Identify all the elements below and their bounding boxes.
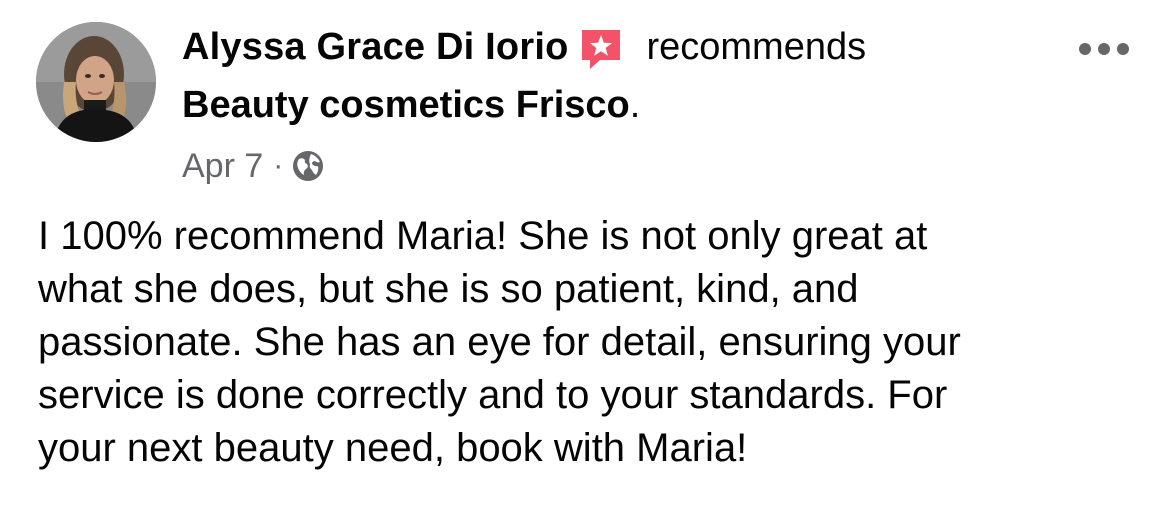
avatar-image bbox=[36, 22, 156, 142]
author-name[interactable]: Alyssa Grace Di Iorio bbox=[182, 26, 568, 69]
page-name-suffix: . bbox=[629, 83, 641, 126]
globe-icon[interactable] bbox=[291, 149, 325, 183]
meta-separator: · bbox=[273, 149, 284, 182]
page-name-link[interactable]: Beauty cosmetics Frisco bbox=[182, 84, 630, 127]
post-card: Alyssa Grace Di Iorio recommends Beauty … bbox=[0, 0, 1170, 510]
post-body-text: I 100% recommend Maria! She is not only … bbox=[38, 214, 961, 470]
avatar[interactable] bbox=[36, 22, 156, 142]
post-header-line2: Beauty cosmetics Frisco. bbox=[182, 80, 640, 130]
post-date[interactable]: Apr 7 bbox=[182, 147, 263, 186]
recommendation-star-icon bbox=[578, 26, 624, 72]
more-options-icon[interactable] bbox=[1076, 38, 1132, 60]
post-header-line1: Alyssa Grace Di Iorio recommends bbox=[182, 22, 866, 72]
action-text: recommends bbox=[646, 25, 867, 68]
post-meta: Apr 7 · bbox=[182, 142, 325, 190]
